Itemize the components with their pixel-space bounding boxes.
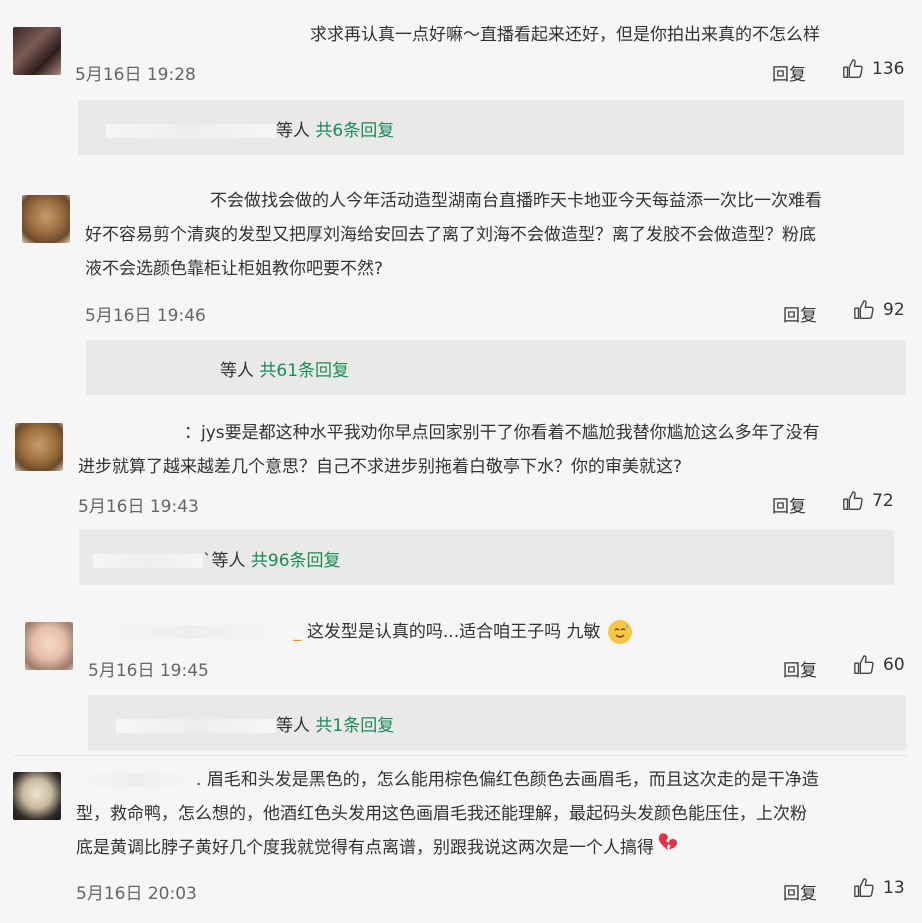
like-button[interactable]: 60 [853,654,905,676]
reply-button[interactable]: 回复 [783,301,817,326]
thumbs-up-icon [843,59,863,78]
like-count: 60 [883,655,905,675]
broken-heart-emoji-icon [656,831,680,865]
comment-date: 5月16日 19:43 [78,497,199,517]
reply-button[interactable]: 回复 [783,879,817,904]
like-count: 136 [872,59,905,79]
sub-replies-label: 等人 共61条回复 [220,361,350,381]
sub-replies[interactable]: 等人 共1条回复 [88,695,906,750]
comment-date: 5月16日 19:46 [85,306,206,326]
reply-button[interactable]: 回复 [783,656,817,681]
avatar[interactable] [25,622,73,670]
reply-button[interactable]: 回复 [772,60,806,85]
thumbs-up-icon [843,491,863,510]
reply-count-link[interactable]: 共96条回复 [251,551,341,571]
reply-count-link[interactable]: 共61条回复 [259,361,349,381]
like-button[interactable]: 136 [842,58,904,80]
sub-replies-label: 等人 共6条回复 [106,116,394,141]
like-button[interactable]: 92 [853,299,905,321]
comment-date: 5月16日 19:45 [88,661,209,681]
thumbs-up-icon [854,878,874,897]
comment-text: ：jys要是都这种水平我劝你早点回家别干了你看着不尴尬我替你尴尬这么多年了没有 … [78,423,820,477]
avatar[interactable] [15,423,63,471]
avatar[interactable] [13,772,61,820]
sub-replies[interactable]: 等人 共61条回复 [86,340,906,395]
redacted-name [93,554,203,568]
reply-count-link[interactable]: 共1条回复 [315,716,394,736]
sub-replies[interactable]: `等人 共96条回复 [79,530,894,585]
sub-replies[interactable]: 等人 共6条回复 [78,100,904,155]
sub-replies-label: `等人 共96条回复 [93,546,341,571]
redacted-name [88,625,293,639]
thumbs-up-icon [854,300,874,319]
redacted-name [106,124,276,138]
like-count: 72 [872,491,894,511]
reply-button[interactable]: 回复 [772,492,806,517]
redacted-name [116,719,276,733]
comment-date: 5月16日 19:28 [75,65,196,85]
reply-count-link[interactable]: 共6条回复 [315,121,394,141]
comment-text: 不会做找会做的人今年活动造型湖南台直播昨天卡地亚今天每益添一次比一次难看 好不容… [85,191,822,279]
like-count: 13 [883,878,905,898]
like-count: 92 [883,300,905,320]
like-button[interactable]: 13 [853,877,905,899]
sub-replies-label: 等人 共1条回复 [116,711,394,736]
comment-date: 5月16日 20:03 [76,884,197,904]
thumbs-up-icon [854,655,874,674]
avatar[interactable] [22,195,70,243]
divider [14,755,908,756]
like-button[interactable]: 72 [842,490,894,512]
comment-text: _ 这发型是认真的吗...适合咱王子吗 九敏 [88,615,632,649]
redacted-name [76,773,196,787]
comment-text: 求求再认真一点好嘛～直播看起来还好，但是你拍出来真的不怎么样 [310,25,820,45]
comment-text: . 眉毛和头发是黑色的，怎么能用棕色偏红色颜色去画眉毛，而且这次走的是干净造 型… [76,763,910,865]
sweat-smile-emoji-icon [607,620,632,644]
avatar[interactable] [13,27,61,75]
